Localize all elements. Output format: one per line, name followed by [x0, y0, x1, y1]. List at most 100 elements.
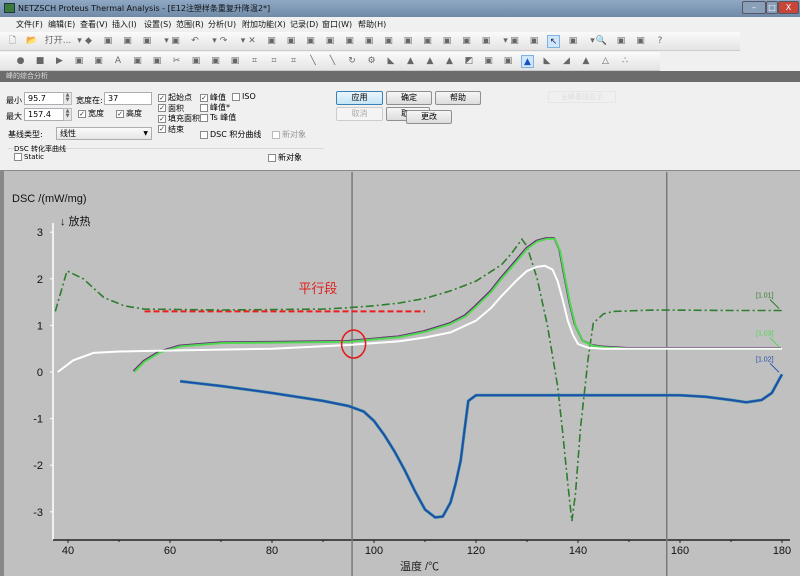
curve-b-icon[interactable]: ▣ [304, 35, 317, 48]
zoom-icon[interactable]: 🔍 [595, 35, 608, 48]
window-icon[interactable]: ▣ [528, 35, 541, 48]
frame3-icon[interactable]: ⌗ [287, 55, 300, 68]
max-input[interactable]: 157.4 [24, 108, 64, 121]
scissors-icon[interactable]: ✂ [170, 55, 183, 68]
menu-4[interactable]: 设置(S) [144, 19, 171, 30]
open-icon[interactable]: 📂 [26, 35, 39, 48]
close-button[interactable]: X [778, 1, 799, 14]
apply-button[interactable]: 应用 [336, 91, 383, 105]
copy-curve-icon[interactable]: ▣ [265, 35, 278, 48]
frame2-icon[interactable]: ⌗ [268, 55, 281, 68]
iso-checkbox[interactable]: ISO [232, 92, 256, 101]
ts-peak-checkbox[interactable]: Ts 峰值 [200, 112, 236, 123]
curve-d-icon[interactable]: ▣ [363, 35, 376, 48]
menu-0[interactable]: 文件(F) [16, 19, 43, 30]
ok-button[interactable]: 确定 [386, 91, 432, 105]
paste-icon[interactable]: ▣ [209, 55, 222, 68]
line2-icon[interactable]: ╲ [326, 55, 339, 68]
move-icon[interactable]: ▣ [441, 35, 454, 48]
peak3-icon[interactable]: ▲ [443, 55, 456, 68]
peak6-icon[interactable]: ▲ [580, 55, 593, 68]
menu-9[interactable]: 窗口(W) [322, 19, 352, 30]
step-icon[interactable]: ◢ [560, 55, 573, 68]
help-icon[interactable]: ? [654, 35, 667, 48]
align-icon[interactable]: ▣ [460, 35, 473, 48]
new-file-icon[interactable]: 🗋 [6, 35, 19, 48]
checkbox-col1-2[interactable]: ✓ 填充面积 [158, 113, 200, 124]
menu-2[interactable]: 查看(V) [80, 19, 108, 30]
gear-icon[interactable]: ⚙ [365, 55, 378, 68]
menu-10[interactable]: 帮助(H) [358, 19, 386, 30]
width-checkbox[interactable]: ✓ 宽度 [78, 108, 104, 119]
import-icon[interactable]: ▣ [141, 35, 154, 48]
menu-7[interactable]: 附加功能(X) [242, 19, 286, 30]
zoom-fit-icon[interactable]: ▣ [421, 35, 434, 48]
menu-1[interactable]: 编辑(E) [48, 19, 75, 30]
deriv2-icon[interactable]: ▣ [502, 55, 515, 68]
menu-3[interactable]: 插入(I) [112, 19, 137, 30]
frame-icon[interactable]: ▣ [634, 35, 647, 48]
dots-icon[interactable]: ∴ [619, 55, 632, 68]
menu-8[interactable]: 记录(D) [290, 19, 318, 30]
save-icon[interactable]: ◆ [82, 35, 95, 48]
undo-range-icon[interactable]: ▣ [102, 35, 115, 48]
new-object-checkbox-1[interactable]: 新对象 [272, 129, 306, 140]
peak5-icon[interactable]: ◣ [541, 55, 554, 68]
change-button[interactable]: 更改 [406, 110, 452, 124]
static-checkbox[interactable]: Static [14, 153, 44, 161]
stop-icon[interactable]: ■ [34, 55, 47, 68]
open-button[interactable]: 打开... [43, 35, 73, 48]
curve-c-icon[interactable]: ▣ [324, 35, 337, 48]
cut-icon[interactable]: ✕ [246, 35, 259, 48]
chart-icon[interactable]: ▣ [402, 35, 415, 48]
scale-icon[interactable]: ▣ [480, 35, 493, 48]
line-icon[interactable]: ▣ [615, 35, 628, 48]
dsc-plot[interactable]: 40 60 80 100 120 140 160 180 3 2 1 0 -1 -2 -3 DSC /(mW/… [0, 170, 800, 576]
pointer-icon[interactable]: ↖ [547, 35, 560, 48]
new-object-checkbox-2[interactable]: 新对象 [268, 152, 302, 163]
height-checkbox[interactable]: ✓ 高度 [116, 108, 142, 119]
maximize-button[interactable]: □ [766, 1, 778, 14]
note-icon[interactable]: ▣ [151, 55, 164, 68]
redo-icon[interactable]: ↷ [217, 35, 230, 48]
peak2-icon[interactable]: ▲ [424, 55, 437, 68]
line1-icon[interactable]: ╲ [307, 55, 320, 68]
peak7-icon[interactable]: △ [599, 55, 612, 68]
peak1-icon[interactable]: ▲ [404, 55, 417, 68]
checkbox-col1-1[interactable]: ✓ 面积 [158, 103, 184, 114]
delete-icon[interactable]: ▣ [121, 35, 134, 48]
menu-5[interactable]: 范围(R) [176, 19, 204, 30]
curve-e-icon[interactable]: ▣ [382, 35, 395, 48]
text-icon[interactable]: A [112, 55, 125, 68]
play-icon[interactable]: ▶ [53, 55, 66, 68]
peak-analysis-icon[interactable]: ▲ [521, 55, 534, 68]
record-icon[interactable]: ● [14, 55, 27, 68]
grid-icon[interactable]: ▣ [343, 35, 356, 48]
table-icon[interactable]: ▣ [508, 35, 521, 48]
copy-icon[interactable]: ▣ [190, 55, 203, 68]
minimize-button[interactable]: – [742, 1, 766, 14]
export-icon[interactable]: ▣ [169, 35, 182, 48]
baseline-icon[interactable]: ◣ [385, 55, 398, 68]
peak4-icon[interactable]: ◩ [463, 55, 476, 68]
dsc-integral-checkbox[interactable]: DSC 积分曲线 [200, 129, 261, 140]
brush-icon[interactable]: ▣ [229, 55, 242, 68]
menu-6[interactable]: 分析(U) [208, 19, 236, 30]
min-input[interactable]: 95.7 [24, 92, 64, 105]
checkbox-col1-3[interactable]: ✓ 结束 [158, 124, 184, 135]
frame1-icon[interactable]: ⌗ [248, 55, 261, 68]
width-at-input[interactable]: 37 [104, 92, 152, 105]
help-button[interactable]: 帮助 [435, 91, 481, 105]
curve-a-icon[interactable]: ▣ [285, 35, 298, 48]
max-spinner[interactable]: ▲ ▼ [63, 108, 72, 121]
refresh-icon[interactable]: ↻ [346, 55, 359, 68]
img1-icon[interactable]: ▣ [73, 55, 86, 68]
deriv1-icon[interactable]: ▣ [482, 55, 495, 68]
cancel-button[interactable]: 取消 [336, 107, 383, 121]
img2-icon[interactable]: ▣ [92, 55, 105, 68]
undo-icon[interactable]: ↶ [189, 35, 202, 48]
font-icon[interactable]: ▣ [131, 55, 144, 68]
min-spinner[interactable]: ▲ ▼ [63, 92, 72, 105]
baseline-type-select[interactable]: 线性 ▼ [56, 127, 152, 140]
print-icon[interactable]: ▣ [567, 35, 580, 48]
